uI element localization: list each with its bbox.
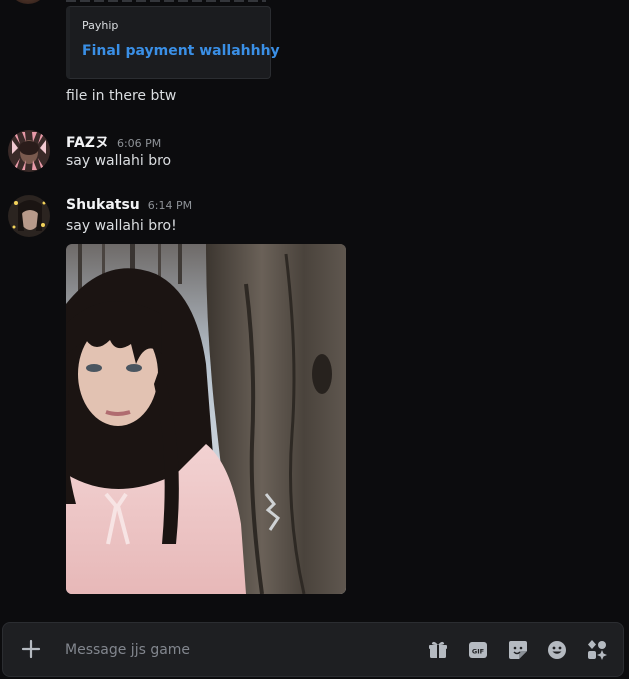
message-header: FAZヌ 6:06 PM [66,132,161,152]
message-text: file in there btw [66,88,177,104]
embed-title-link[interactable]: Final payment wallahhhy [82,43,280,59]
timestamp: 6:14 PM [147,199,193,212]
plus-icon[interactable] [19,637,43,661]
avatar[interactable] [8,130,50,172]
gift-icon[interactable] [427,639,449,661]
gif-icon[interactable]: GIF [467,639,489,661]
emoji-icon[interactable] [546,639,568,661]
avatar-image [8,130,50,172]
image-attachment[interactable] [66,244,346,594]
chat-window: Payhip Final payment wallahhhy file in t… [0,0,629,679]
sticker-icon[interactable] [507,639,529,661]
apps-icon[interactable] [586,639,608,661]
link-embed: Payhip Final payment wallahhhy [66,6,280,79]
author-name[interactable]: FAZヌ [66,135,109,151]
message-text: say wallahi bro! [66,218,177,234]
avatar[interactable] [8,195,50,237]
avatar-image [8,195,50,237]
timestamp: 6:06 PM [116,137,162,150]
attachment-photo [66,244,346,594]
message-header: Shukatsu 6:14 PM [66,197,192,213]
embed-provider[interactable]: Payhip [82,19,118,32]
message-composer: GIF [2,622,624,677]
avatar[interactable] [8,0,48,4]
svg-text:GIF: GIF [472,648,484,656]
truncated-message-line [66,0,266,2]
message-text: say wallahi bro [66,153,172,169]
message-input[interactable] [65,640,395,660]
author-name[interactable]: Shukatsu [66,197,140,213]
